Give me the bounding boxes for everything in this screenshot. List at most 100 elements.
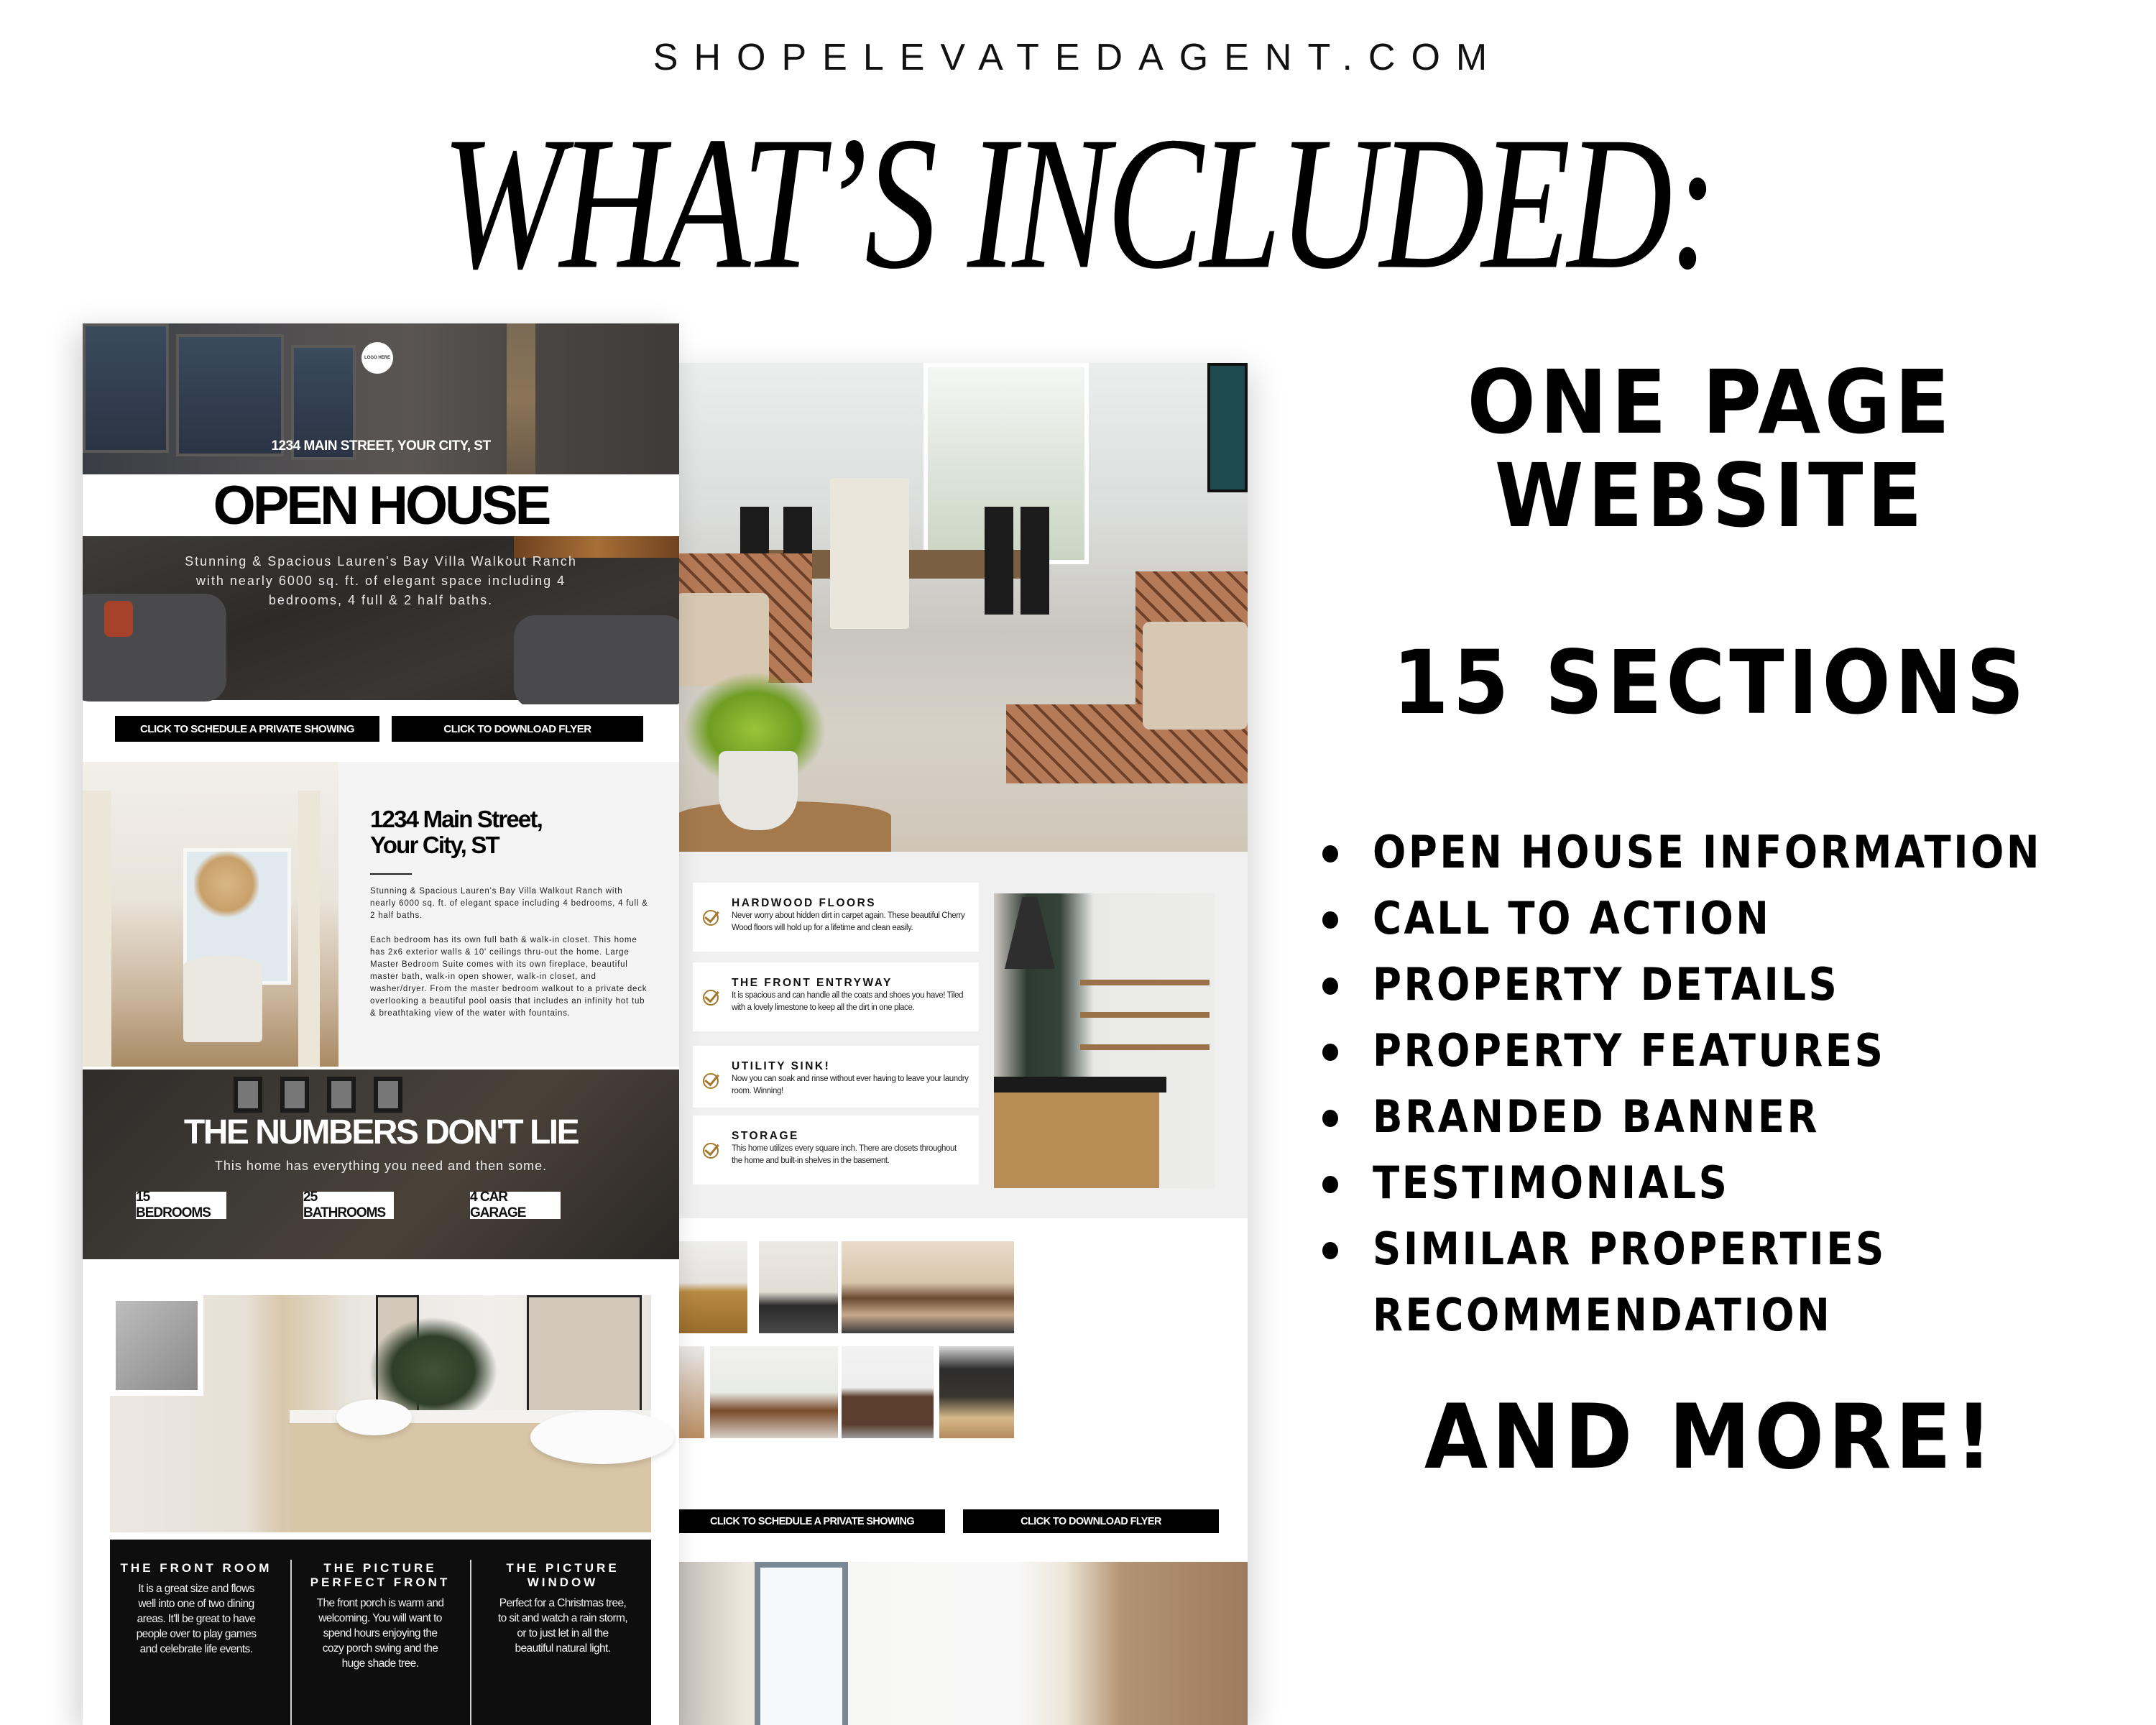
kitchen-photo bbox=[994, 893, 1215, 1188]
feature-list-item: SIMILAR PROPERTIES bbox=[1322, 1216, 2156, 1282]
island-image bbox=[994, 1087, 1159, 1188]
feature-label: TESTIMONIALS bbox=[1373, 1156, 1730, 1209]
feature-card: HARDWOOD FLOORS Never worry about hidden… bbox=[693, 883, 979, 952]
download-flyer-button[interactable]: CLICK TO DOWNLOAD FLYER bbox=[392, 716, 643, 742]
frame-image bbox=[374, 1077, 402, 1113]
hero-photo-bottom: Stunning & Spacious Lauren's Bay Villa W… bbox=[83, 536, 679, 709]
gallery-photo[interactable] bbox=[676, 1346, 704, 1438]
gallery-photo[interactable] bbox=[676, 1241, 747, 1333]
pillow-image bbox=[104, 601, 133, 637]
hero-description: Stunning & Spacious Lauren's Bay Villa W… bbox=[185, 554, 577, 607]
check-circle-icon bbox=[703, 990, 719, 1006]
bullet-icon bbox=[1322, 1044, 1338, 1061]
gallery-photo[interactable] bbox=[759, 1241, 838, 1333]
frame-image bbox=[234, 1077, 262, 1113]
website-mockup-right: HARDWOOD FLOORS Never worry about hidden… bbox=[676, 363, 1248, 1725]
bullet-icon bbox=[1322, 845, 1338, 862]
feature-list-item: PROPERTY DETAILS bbox=[1322, 952, 2156, 1018]
divider bbox=[370, 873, 412, 875]
bullet-icon bbox=[1322, 1242, 1338, 1259]
check-circle-icon bbox=[703, 910, 719, 926]
feature-label: SIMILAR PROPERTIES bbox=[1373, 1223, 1886, 1275]
headline-sections: 15 SECTIONS bbox=[1392, 632, 2029, 734]
feature-label: PROPERTY FEATURES bbox=[1373, 1024, 1886, 1077]
highlight-text: It is a great size and flows well into o… bbox=[136, 1583, 257, 1655]
numbers-subtitle: This home has everything you need and th… bbox=[214, 1159, 548, 1173]
cta-row: CLICK TO SCHEDULE A PRIVATE SHOWING CLIC… bbox=[676, 1494, 1248, 1562]
highlights-band: THE FRONT ROOM It is a great size and fl… bbox=[110, 1540, 651, 1725]
stat-garage: 4 CAR GARAGE bbox=[470, 1190, 561, 1220]
dining-room-photo bbox=[83, 762, 338, 1067]
stat-bathrooms: 25 BATHROOMS bbox=[303, 1190, 394, 1220]
feature-list-item: BRANDED BANNER bbox=[1322, 1084, 2156, 1150]
shelf-image bbox=[1080, 1044, 1210, 1050]
bathroom-photo bbox=[110, 1295, 674, 1532]
counter-image bbox=[994, 1077, 1166, 1092]
feature-card: THE FRONT ENTRYWAY It is spacious and ca… bbox=[693, 962, 979, 1031]
highlight-item: THE PICTURE PERFECT FRONT The front porc… bbox=[294, 1561, 466, 1671]
stat-bedrooms: 15 BEDROOMS bbox=[136, 1190, 226, 1220]
pampas-image bbox=[194, 848, 259, 920]
details-body: Stunning & Spacious Lauren's Bay Villa W… bbox=[370, 886, 650, 1032]
feature-text: Never worry about hidden dirt in carpet … bbox=[732, 911, 965, 932]
feature-text: Now you can soak and rinse without ever … bbox=[732, 1075, 969, 1095]
chair-image bbox=[1021, 507, 1049, 615]
feature-title: HARDWOOD FLOORS bbox=[732, 897, 877, 909]
gallery-photo[interactable] bbox=[842, 1241, 1014, 1333]
details-paragraph: Each bedroom has its own full bath & wal… bbox=[370, 936, 648, 1018]
tv-image bbox=[1207, 363, 1248, 492]
bullet-icon bbox=[1322, 911, 1338, 929]
schedule-showing-button[interactable]: CLICK TO SCHEDULE A PRIVATE SHOWING bbox=[115, 716, 379, 742]
highlight-title: THE PICTURE WINDOW bbox=[506, 1561, 619, 1589]
open-house-title: OPEN HOUSE bbox=[213, 474, 552, 536]
feature-title: THE FRONT ENTRYWAY bbox=[732, 977, 893, 989]
gallery-photo[interactable] bbox=[710, 1346, 838, 1438]
property-details-section: 1234 Main Street, Your City, ST Stunning… bbox=[83, 762, 679, 1067]
download-flyer-button[interactable]: CLICK TO DOWNLOAD FLYER bbox=[963, 1509, 1219, 1533]
gallery-photo[interactable] bbox=[939, 1346, 1014, 1438]
headline-one-page-website: ONE PAGE WEBSITE bbox=[1301, 356, 2121, 543]
feature-label: CALL TO ACTION bbox=[1373, 892, 1772, 944]
gallery-photo[interactable] bbox=[842, 1346, 934, 1438]
curtain-image bbox=[83, 791, 111, 1067]
website-mockup-left: LOGO HERE 1234 MAIN STREET, YOUR CITY, S… bbox=[83, 323, 679, 1725]
headline-line: WEBSITE bbox=[1494, 445, 1927, 547]
highlight-title: THE FRONT ROOM bbox=[120, 1561, 272, 1575]
frame-image bbox=[327, 1077, 356, 1113]
logo-placeholder[interactable]: LOGO HERE bbox=[361, 342, 393, 374]
features-list: OPEN HOUSE INFORMATION CALL TO ACTION PR… bbox=[1322, 819, 2156, 1348]
feature-text: It is spacious and can handle all the co… bbox=[732, 991, 964, 1012]
open-house-band: OPEN HOUSE bbox=[83, 474, 679, 536]
divider bbox=[470, 1560, 471, 1725]
pendant-lamp-image bbox=[1005, 897, 1055, 969]
pot-image bbox=[719, 751, 798, 830]
details-paragraph: Stunning & Spacious Lauren's Bay Villa W… bbox=[370, 887, 648, 920]
highlight-item: THE FRONT ROOM It is a great size and fl… bbox=[110, 1561, 282, 1657]
hero-photo-top: LOGO HERE 1234 MAIN STREET, YOUR CITY, S… bbox=[83, 323, 679, 474]
window-image bbox=[83, 323, 169, 453]
feature-text: This home utilizes every square inch. Th… bbox=[732, 1144, 957, 1165]
bedroom-photo bbox=[676, 1562, 1248, 1725]
table-image bbox=[183, 956, 262, 1042]
highlight-item: THE PICTURE WINDOW Perfect for a Christm… bbox=[476, 1561, 649, 1656]
numbers-section: THE NUMBERS DON'T LIE This home has ever… bbox=[83, 1070, 679, 1259]
chair-image bbox=[830, 478, 909, 629]
photo-gallery bbox=[676, 1218, 1248, 1494]
feature-label: PROPERTY DETAILS bbox=[1373, 958, 1840, 1011]
feature-title: STORAGE bbox=[732, 1130, 799, 1142]
details-title: 1234 Main Street, Your City, ST bbox=[370, 806, 658, 858]
sofa-image bbox=[514, 615, 679, 709]
headline-and-more: AND MORE! bbox=[1424, 1386, 1997, 1489]
mirror-image bbox=[527, 1295, 642, 1417]
feature-label: RECOMMENDATION bbox=[1373, 1289, 1833, 1341]
feature-title: UTILITY SINK! bbox=[732, 1060, 831, 1072]
shelf-image bbox=[1080, 980, 1210, 985]
schedule-showing-button[interactable]: CLICK TO SCHEDULE A PRIVATE SHOWING bbox=[679, 1509, 945, 1533]
living-room-photo bbox=[676, 363, 1248, 852]
pillow-image bbox=[1143, 622, 1248, 730]
feature-list-item: TESTIMONIALS bbox=[1322, 1150, 2156, 1216]
frame-image bbox=[280, 1077, 309, 1113]
wall-art-image bbox=[110, 1295, 203, 1396]
feature-label: OPEN HOUSE INFORMATION bbox=[1373, 826, 2042, 878]
feature-list-item: OPEN HOUSE INFORMATION bbox=[1322, 819, 2156, 886]
